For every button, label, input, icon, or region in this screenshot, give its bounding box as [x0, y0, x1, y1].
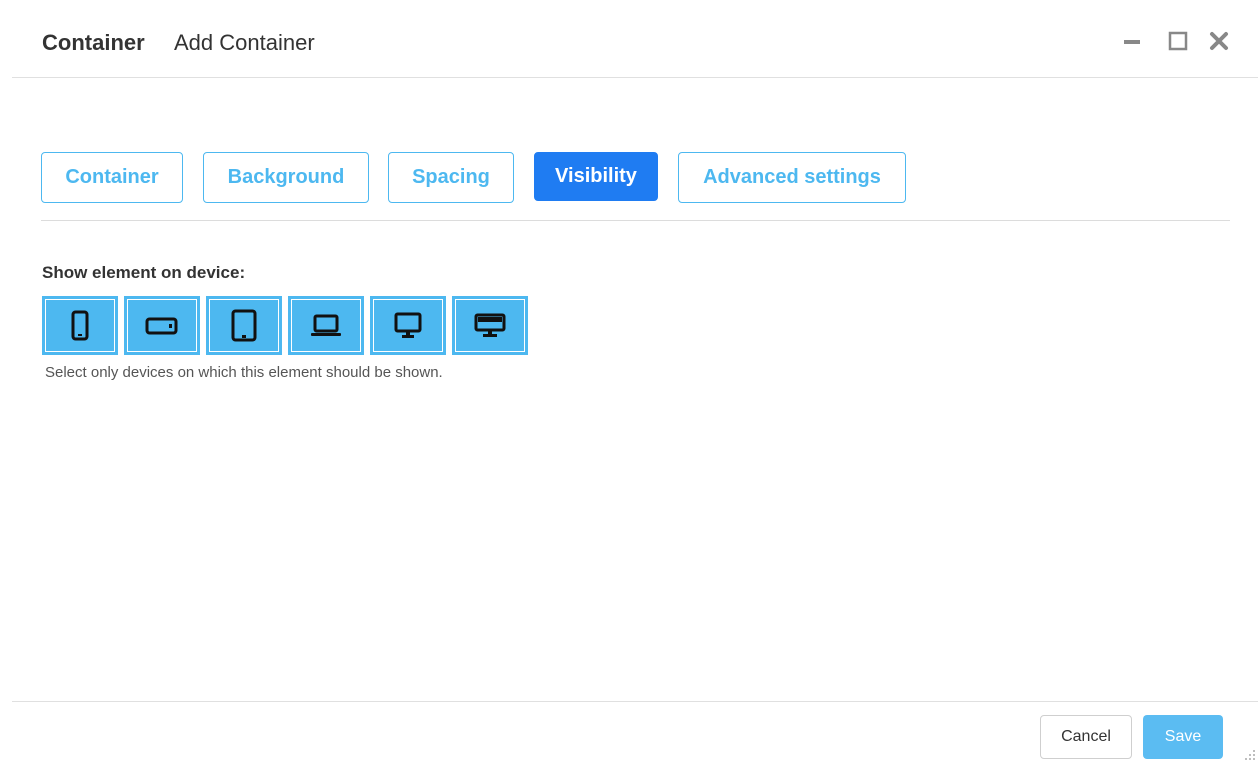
show-on-device-label: Show element on device: — [42, 263, 246, 282]
device-toggle-phone-portrait[interactable] — [42, 296, 118, 355]
device-toggle-large-desktop[interactable] — [452, 296, 528, 355]
maximize-button[interactable] — [1167, 30, 1191, 54]
maximize-icon — [1168, 31, 1188, 51]
minimize-button[interactable] — [1122, 30, 1146, 54]
tab-spacing[interactable]: Spacing — [388, 152, 514, 203]
tab-container[interactable]: Container — [41, 152, 183, 203]
add-container-dialog: Container Add Container Container Backgr… — [0, 0, 1258, 768]
save-button[interactable]: Save — [1143, 715, 1223, 759]
device-toggle-desktop[interactable] — [370, 296, 446, 355]
minimize-icon — [1124, 40, 1140, 44]
phone-portrait-icon — [71, 310, 89, 340]
desktop-icon — [394, 312, 422, 338]
close-button[interactable] — [1208, 30, 1232, 54]
dialog-subtitle: Add Container — [174, 30, 315, 55]
tab-bar: Container Background Spacing Visibility … — [41, 152, 1230, 221]
tab-visibility[interactable]: Visibility — [534, 152, 658, 201]
device-toggle-group — [42, 296, 528, 355]
dialog-header: Container Add Container — [12, 0, 1258, 78]
device-toggle-laptop[interactable] — [288, 296, 364, 355]
resize-grip-icon — [1245, 750, 1255, 760]
device-toggle-phone-landscape[interactable] — [124, 296, 200, 355]
tablet-portrait-icon — [231, 309, 257, 341]
dialog-title: Container — [42, 30, 145, 55]
laptop-icon — [311, 314, 341, 336]
large-desktop-icon — [474, 313, 506, 337]
phone-landscape-icon — [145, 317, 178, 334]
close-icon — [1210, 32, 1228, 50]
cancel-button[interactable]: Cancel — [1040, 715, 1132, 759]
resize-grip[interactable] — [1244, 748, 1256, 762]
device-help-text: Select only devices on which this elemen… — [45, 364, 443, 381]
tab-advanced-settings[interactable]: Advanced settings — [678, 152, 906, 203]
tab-background[interactable]: Background — [203, 152, 369, 203]
device-toggle-tablet-portrait[interactable] — [206, 296, 282, 355]
dialog-footer: Cancel Save — [12, 701, 1258, 768]
